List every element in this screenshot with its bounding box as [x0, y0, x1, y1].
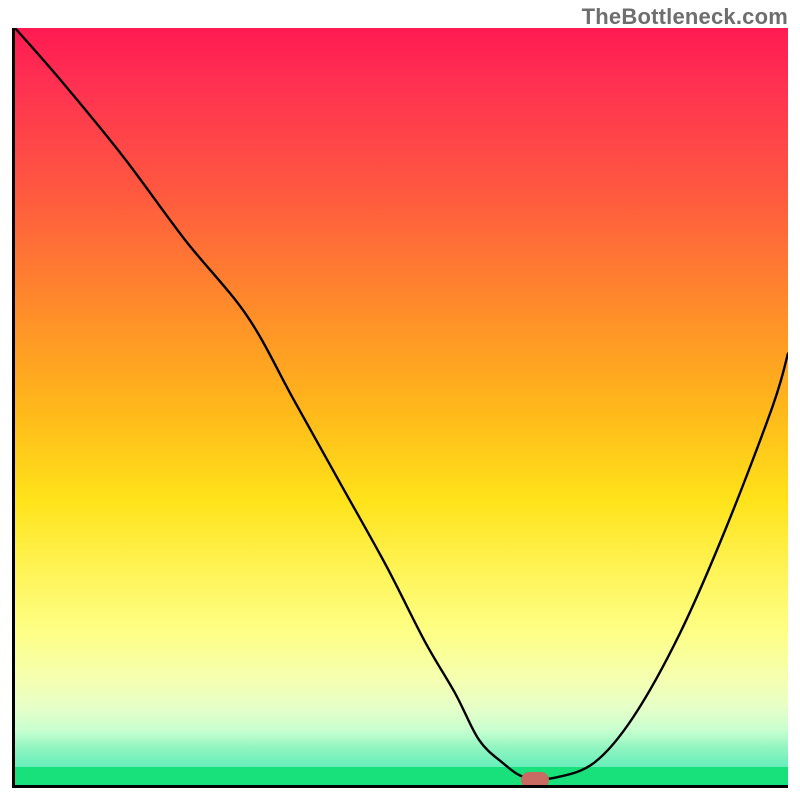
chart-stage: TheBottleneck.com: [0, 0, 800, 800]
optimal-point-marker: [521, 772, 549, 788]
plot-area: [12, 28, 788, 788]
bottleneck-curve: [15, 28, 788, 785]
watermark-label: TheBottleneck.com: [582, 4, 788, 30]
curve-path: [15, 28, 788, 779]
